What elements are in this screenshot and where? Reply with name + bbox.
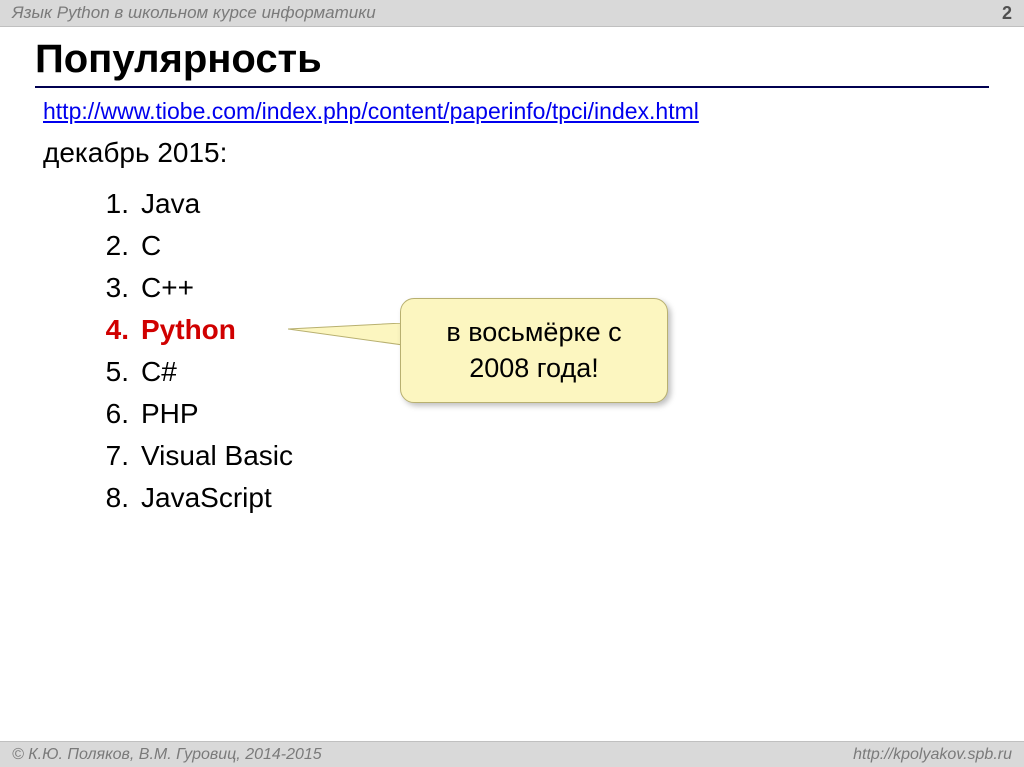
list-item-number: 1. (95, 183, 141, 225)
list-item-number: 5. (95, 351, 141, 393)
callout-bubble: в восьмёрке с 2008 года! (400, 298, 668, 403)
list-item-name: C# (141, 351, 177, 393)
list-item-name: JavaScript (141, 477, 272, 519)
footer-copyright: © К.Ю. Поляков, В.М. Гуровиц, 2014-2015 (12, 746, 322, 764)
list-item: 1.Java (95, 183, 989, 225)
list-item: 2.C (95, 225, 989, 267)
list-item-name: PHP (141, 393, 199, 435)
list-item: 7.Visual Basic (95, 435, 989, 477)
footer-url: http://kpolyakov.spb.ru (853, 746, 1012, 764)
list-item-name: C (141, 225, 161, 267)
list-item-name: Java (141, 183, 200, 225)
footer-bar: © К.Ю. Поляков, В.М. Гуровиц, 2014-2015 … (0, 741, 1024, 767)
header-title: Язык Python в школьном курсе информатики (12, 3, 376, 23)
list-item: 8.JavaScript (95, 477, 989, 519)
slide-content: Популярность http://www.tiobe.com/index.… (0, 27, 1024, 519)
list-item-name: Visual Basic (141, 435, 293, 477)
list-item-number: 3. (95, 267, 141, 309)
list-item-number: 2. (95, 225, 141, 267)
slide-title: Популярность (35, 37, 989, 88)
list-item-name: Python (141, 309, 236, 351)
list-item-number: 4. (95, 309, 141, 351)
list-item-name: C++ (141, 267, 194, 309)
source-link[interactable]: http://www.tiobe.com/index.php/content/p… (43, 98, 699, 125)
list-item-number: 7. (95, 435, 141, 477)
list-item-number: 8. (95, 477, 141, 519)
page-number: 2 (1002, 3, 1012, 24)
subtitle: декабрь 2015: (43, 137, 989, 169)
list-item-number: 6. (95, 393, 141, 435)
callout-text: в восьмёрке с 2008 года! (419, 315, 649, 385)
header-bar: Язык Python в школьном курсе информатики… (0, 0, 1024, 27)
